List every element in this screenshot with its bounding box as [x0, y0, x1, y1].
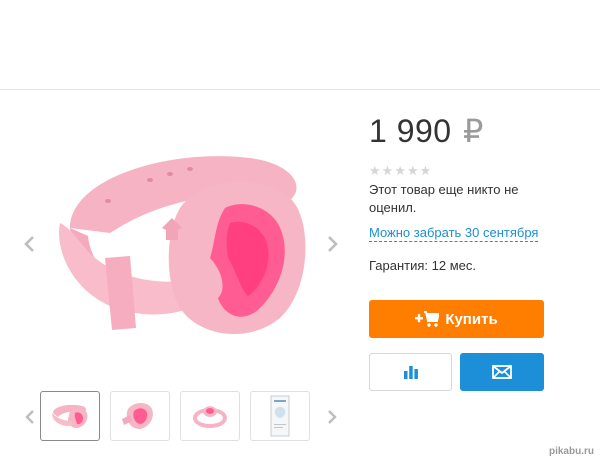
product-main-image[interactable] [50, 138, 316, 348]
envelope-icon [492, 365, 512, 379]
warranty-text: Гарантия: 12 мес. [369, 258, 477, 273]
chevron-right-icon [328, 410, 337, 424]
star-icon: ★ [394, 163, 406, 178]
chevron-left-icon [25, 410, 34, 424]
thumbnail-1[interactable] [40, 391, 100, 441]
no-rating-text: Этот товар еще никто не оценил. [369, 182, 519, 215]
buy-button[interactable]: Купить [369, 300, 544, 338]
compare-button[interactable] [369, 353, 452, 391]
star-icon: ★ [369, 163, 381, 178]
next-image-arrow[interactable] [322, 234, 342, 254]
chevron-left-icon [24, 236, 34, 252]
thumbnail-2[interactable] [110, 391, 170, 441]
thumbnail-strip [40, 391, 310, 441]
star-icon: ★ [381, 163, 394, 178]
send-email-button[interactable] [460, 353, 544, 391]
thumbnail-4[interactable] [250, 391, 310, 441]
star-icon: ★ [419, 163, 432, 178]
buy-button-label: Купить [445, 310, 498, 328]
watermark: pikabu.ru [548, 446, 594, 457]
prev-image-arrow[interactable] [20, 234, 40, 254]
pickup-date-link[interactable]: Можно забрать 30 сентября [369, 225, 539, 242]
header-area [0, 0, 600, 89]
cart-plus-icon [415, 311, 440, 327]
thumbs-next-arrow[interactable] [322, 407, 342, 427]
price-value: 1 990 [369, 113, 452, 149]
star-icon: ★ [406, 163, 419, 178]
currency-symbol: ₽ [462, 113, 484, 149]
header-divider [0, 89, 600, 90]
product-price: 1 990 ₽ [369, 112, 484, 150]
bar-chart-icon [403, 366, 418, 379]
thumbnail-3[interactable] [180, 391, 240, 441]
chevron-right-icon [328, 236, 338, 252]
thumbs-prev-arrow[interactable] [20, 407, 40, 427]
rating-stars[interactable]: ★ ★ ★ ★ ★ [369, 164, 431, 177]
